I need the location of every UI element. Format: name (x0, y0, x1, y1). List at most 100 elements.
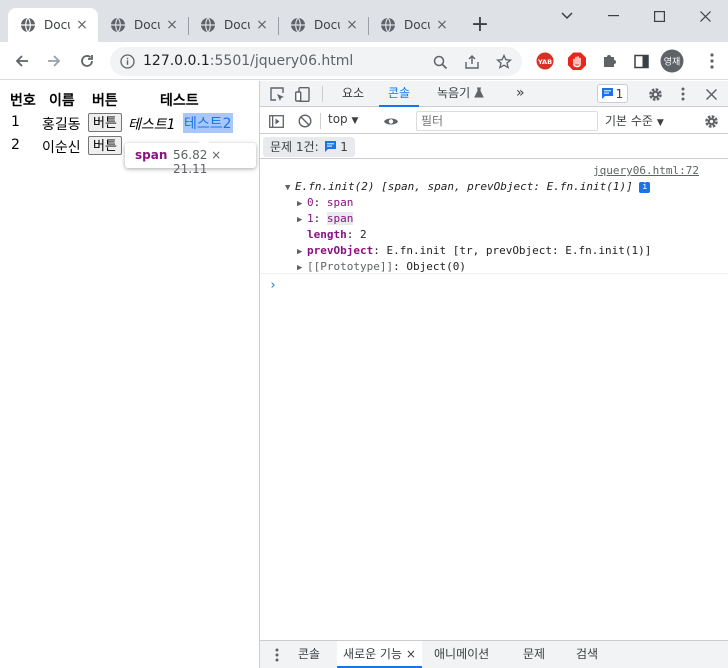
browser-tab-5[interactable]: Document × (368, 8, 458, 42)
browser-tab-3[interactable]: Document × (188, 8, 278, 42)
minimize-button[interactable] (590, 0, 636, 32)
tab-strip: Document × Document × Document × Documen… (0, 0, 728, 42)
triangle-right-icon: ▶ (297, 215, 303, 225)
triangle-right-icon: ▶ (297, 263, 303, 273)
log-item-0[interactable]: ▶ 0: span (297, 196, 353, 209)
tooltip-tag: span (135, 148, 168, 162)
avatar: 영재 (660, 49, 684, 73)
prev-object-key: prevObject (307, 244, 374, 257)
tab-console[interactable]: 콘솔 (379, 81, 420, 107)
browser-tab-4[interactable]: Document × (278, 8, 368, 42)
issues-button[interactable]: 문제 1건: 1 (263, 137, 355, 157)
back-button[interactable] (8, 47, 36, 75)
globe-icon (111, 17, 125, 33)
caret-down-icon: ▼ (351, 116, 359, 126)
address-bar[interactable]: 127.0.0.1:5501/jquery06.html (110, 47, 522, 76)
log-length: length: 2 (307, 228, 367, 241)
gear-icon (704, 114, 718, 128)
console-prompt[interactable]: › (269, 278, 277, 293)
drawer-menu-button[interactable] (268, 646, 286, 664)
caret-down-icon: ▼ (656, 118, 664, 128)
triangle-right-icon: ▶ (297, 247, 303, 257)
close-devtools-button[interactable] (702, 85, 720, 103)
more-vertical-icon (710, 53, 714, 69)
inspect-tooltip: span 56.82 × 21.11 (125, 137, 256, 176)
new-tab-button[interactable]: + (468, 14, 492, 38)
log-level-selector[interactable]: 기본 수준 ▼ (605, 112, 664, 129)
item-key: 0 (307, 196, 314, 209)
yab-label: YAB (537, 58, 552, 66)
browser-menu-button[interactable] (702, 51, 722, 71)
reload-button[interactable] (73, 47, 101, 75)
yab-extension-button[interactable]: YAB (535, 51, 555, 71)
puzzle-icon (604, 55, 616, 67)
tab-recorder-label: 녹음기 (437, 86, 471, 100)
tab-recorder[interactable]: 녹음기 (437, 81, 484, 107)
tab-title: Document (44, 18, 70, 32)
issues-counter-button[interactable]: 1 (597, 84, 628, 103)
close-tab-icon[interactable]: × (344, 17, 360, 33)
profile-label: 영재 (664, 57, 681, 68)
close-window-button[interactable] (682, 0, 728, 32)
more-tabs-button[interactable]: » (516, 81, 525, 107)
devtools-settings-button[interactable] (646, 85, 664, 103)
tab-elements[interactable]: 요소 (342, 81, 364, 107)
side-panel-button[interactable] (631, 51, 651, 71)
inspect-element-button[interactable] (268, 85, 286, 103)
sidebar-toggle-button[interactable] (267, 112, 285, 130)
row1-number: 1 (11, 114, 20, 130)
browser-tab-1[interactable]: Document × (8, 8, 98, 42)
globe-icon (201, 17, 215, 33)
maximize-icon (653, 10, 665, 22)
context-selector[interactable]: top ▼ (328, 112, 358, 126)
console-filter-input[interactable] (416, 111, 598, 131)
info-icon[interactable] (120, 54, 135, 69)
console-settings-button[interactable] (702, 112, 720, 130)
forward-button[interactable] (40, 47, 68, 75)
drawer-tab-issues[interactable]: 문제 (523, 641, 545, 668)
eye-icon (384, 118, 398, 124)
tab-search-button[interactable] (544, 0, 590, 32)
drawer-tab-animations[interactable]: 애니메이션 (434, 641, 489, 668)
profile-avatar[interactable]: 영재 (660, 49, 684, 73)
source-link[interactable]: jquery06.html:72 (593, 164, 699, 177)
share-icon (465, 54, 479, 69)
prototype-key: [[Prototype]] (307, 260, 394, 273)
browser-tab-2[interactable]: Document × (98, 8, 188, 42)
maximize-button[interactable] (636, 0, 682, 32)
log-item-1[interactable]: ▶ 1: span (297, 212, 354, 225)
row2-button[interactable]: 버튼 (88, 136, 122, 155)
share-button[interactable] (463, 53, 481, 71)
row2-number: 2 (11, 137, 20, 153)
row1-button[interactable]: 버튼 (88, 113, 122, 132)
arrow-right-icon (48, 55, 61, 67)
device-toolbar-button[interactable] (293, 85, 311, 103)
reload-icon (81, 55, 93, 67)
drawer-tab-console[interactable]: 콘솔 (298, 641, 320, 668)
zoom-search-button[interactable] (431, 53, 449, 71)
devtools-menu-button[interactable] (674, 85, 692, 103)
close-tab-icon[interactable]: × (74, 17, 90, 33)
info-badge[interactable]: i (639, 181, 651, 193)
live-expression-button[interactable] (382, 112, 400, 130)
drawer-tab-search[interactable]: 검색 (576, 641, 598, 668)
log-prev-object[interactable]: ▶ prevObject: E.fn.init [tr, prevObject: … (297, 244, 651, 257)
close-icon[interactable]: × (406, 647, 416, 661)
log-prototype[interactable]: ▶ [[Prototype]]: Object(0) (297, 260, 466, 273)
url-text: 127.0.0.1:5501/jquery06.html (143, 53, 353, 69)
yab-extension-icon: YAB (536, 52, 554, 70)
clear-console-button[interactable] (296, 112, 314, 130)
more-vertical-icon (275, 648, 279, 662)
block-icon (298, 114, 312, 128)
row1-test2-highlighted: 테스트2 (183, 113, 233, 133)
adblock-extension-button[interactable] (567, 51, 587, 71)
sidebar-play-icon (268, 114, 284, 128)
console-log-summary[interactable]: ▼ E.fn.init(2) [span, span, prevObject: E… (285, 180, 651, 193)
extensions-button[interactable] (599, 51, 619, 71)
bookmark-button[interactable] (495, 53, 513, 71)
drawer-tab-whats-new[interactable]: 새로운 기능 × (337, 641, 422, 668)
close-tab-icon[interactable]: × (164, 17, 180, 33)
row1-test1: 테스트1 (128, 117, 176, 133)
close-tab-icon[interactable]: × (254, 17, 270, 33)
close-tab-icon[interactable]: × (434, 17, 450, 33)
